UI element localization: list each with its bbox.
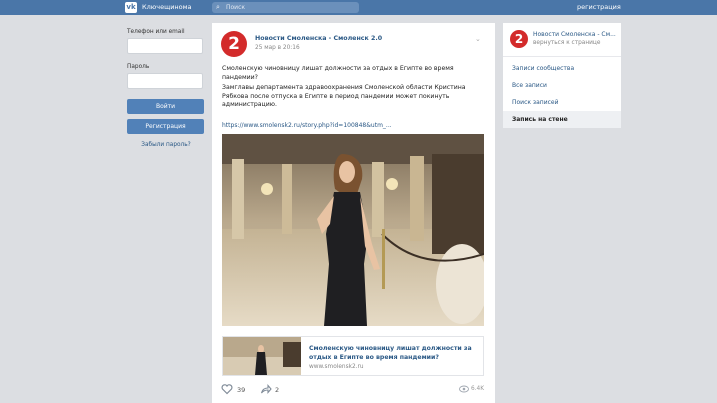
password-input[interactable] — [127, 73, 203, 89]
sidebar-group-avatar[interactable]: 2 — [510, 30, 528, 48]
post-date[interactable]: 25 мар в 20:16 — [255, 45, 300, 51]
post-group-name[interactable]: Новости Смоленска - Смоленск 2.0 — [255, 35, 382, 42]
likes-count: 39 — [237, 386, 246, 394]
login-form: Телефон или email Пароль Войти Регистрац… — [127, 29, 205, 148]
sidebar-divider — [503, 56, 621, 57]
link-preview-title[interactable]: Смоленскую чиновницу лишат должности за … — [309, 345, 479, 362]
post-menu-icon[interactable]: ⌄ — [475, 35, 481, 43]
post-text-body: Замглавы департамента здравоохранения См… — [222, 84, 466, 108]
group-avatar[interactable]: 2 — [221, 31, 247, 57]
top-navigation-bar: vk Ключещинома ⌕ Поиск регистрация — [0, 0, 717, 15]
search-icon: ⌕ — [216, 3, 220, 11]
group-sidebar: 2 Новости Смоленска - См... вернуться к … — [503, 23, 621, 128]
password-label: Пароль — [127, 64, 150, 70]
vk-logo-icon[interactable]: vk — [125, 2, 137, 13]
phone-input[interactable] — [127, 38, 203, 54]
link-preview-domain: www.smolensk2.ru — [309, 364, 364, 370]
post-photo[interactable] — [222, 134, 484, 326]
login-button[interactable]: Войти — [127, 99, 204, 114]
views-eye-icon — [459, 385, 469, 393]
views-count: 6.4K — [471, 386, 485, 392]
sidebar-back-link[interactable]: вернуться к странице — [533, 40, 600, 46]
sidebar-group-name[interactable]: Новости Смоленска - См... — [533, 31, 619, 38]
post-text-headline: Смоленскую чиновницу лишат должности за … — [222, 65, 454, 81]
link-preview-card[interactable]: Смоленскую чиновницу лишат должности за … — [222, 336, 484, 376]
sidebar-item-community-posts[interactable]: Записи сообщества — [503, 60, 621, 77]
sidebar-item-wall-post[interactable]: Запись на стене — [503, 111, 621, 128]
like-icon[interactable] — [221, 383, 233, 395]
search-input[interactable]: ⌕ Поиск — [212, 2, 359, 13]
phone-label: Телефон или email — [127, 29, 185, 35]
search-placeholder: Поиск — [226, 4, 246, 11]
shares-count: 2 — [275, 386, 280, 394]
register-link[interactable]: регистрация — [577, 3, 621, 11]
share-icon[interactable] — [260, 383, 272, 395]
sidebar-item-search-posts[interactable]: Поиск записей — [503, 94, 621, 111]
forgot-password-link[interactable]: Забыли пароль? — [127, 142, 205, 148]
post-link[interactable]: https://www.smolensk2.ru/story.php?id=10… — [222, 122, 392, 129]
brand-link[interactable]: Ключещинома — [142, 3, 192, 11]
link-preview-thumbnail[interactable] — [223, 337, 301, 375]
wall-post: 2 Новости Смоленска - Смоленск 2.0 25 ма… — [212, 23, 495, 403]
sidebar-item-all-posts[interactable]: Все записи — [503, 77, 621, 94]
register-button[interactable]: Регистрация — [127, 119, 204, 134]
